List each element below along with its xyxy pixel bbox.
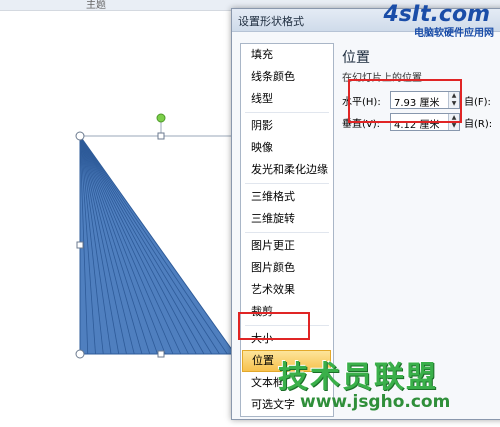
vertical-from-label: 自(R): [464,119,493,130]
handle-top-middle[interactable] [157,132,165,140]
nav-separator [245,183,329,184]
ribbon-group-label: 主题 [86,0,106,11]
dialog-title: 设置形状格式 [238,15,304,28]
nav-separator [245,232,329,233]
nav-item-3d-rotation[interactable]: 三维旋转 [241,208,333,230]
nav-item-shadow[interactable]: 阴影 [241,115,333,137]
handle-top-left[interactable] [75,131,85,141]
nav-item-glow[interactable]: 发光和柔化边缘 [241,159,333,181]
nav-item-picture-corrections[interactable]: 图片更正 [241,235,333,257]
rotation-handle[interactable] [156,113,166,123]
logo-site-name: 电脑软硬件应用网 [414,28,494,39]
horizontal-from-label: 自(F): [464,97,491,108]
shape-layer [75,113,236,359]
nav-item-line-color[interactable]: 线条颜色 [241,66,333,88]
watermark-text: 技术员联盟 [278,360,438,395]
site-logo: 4sIt.com 电脑软硬件应用网 [378,2,498,39]
nav-item-line-style[interactable]: 线型 [241,88,333,110]
nav-item-3d-format[interactable]: 三维格式 [241,186,333,208]
nav-item-picture-color[interactable]: 图片颜色 [241,257,333,279]
panel-heading: 位置 [342,50,370,66]
watermark-url: www.jsgho.com [300,392,451,412]
highlight-position-nav [238,312,310,340]
handle-bottom-middle[interactable] [157,350,165,358]
position-panel: 位置 在幻灯片上的位置 水平(H): 7.93 厘米 ▲ ▼ 自(F): 垂直(V… [340,43,500,131]
highlight-position-fields [348,79,462,123]
handle-bottom-left[interactable] [75,349,85,359]
nav-item-reflection[interactable]: 映像 [241,137,333,159]
nav-item-fill[interactable]: 填充 [241,44,333,66]
handle-middle-left[interactable] [76,241,84,249]
nav-separator [245,112,329,113]
nav-item-artistic-effects[interactable]: 艺术效果 [241,279,333,301]
